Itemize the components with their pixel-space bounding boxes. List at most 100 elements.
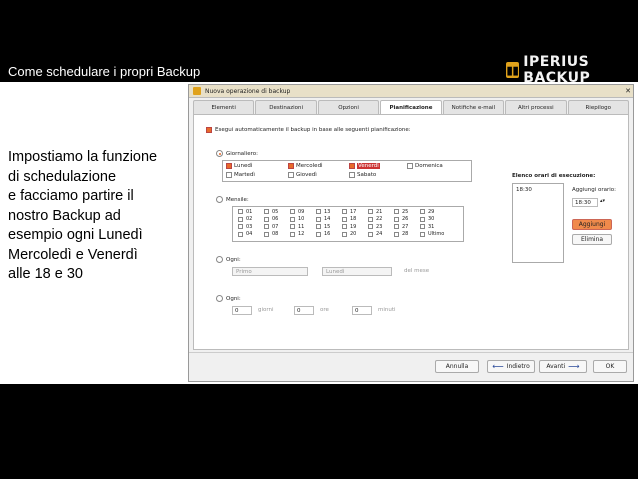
enable-schedule-checkbox[interactable]	[206, 127, 212, 133]
month-day-checkbox[interactable]	[368, 231, 373, 237]
month-day-checkbox[interactable]	[420, 231, 425, 237]
month-day-label: 31	[428, 223, 435, 230]
month-day-checkbox[interactable]	[342, 216, 347, 222]
day-checkbox-lunedi[interactable]	[226, 163, 232, 169]
add-time-input[interactable]: 18:30	[572, 198, 598, 207]
month-day-label: 11	[298, 223, 305, 230]
month-day-checkbox[interactable]	[420, 224, 425, 229]
month-day-label: 09	[298, 208, 305, 215]
slide-title: Come schedulare i propri Backup	[8, 64, 201, 79]
of-month-label: del mese	[404, 268, 430, 274]
month-day-label: 13	[324, 208, 331, 215]
month-day-label: 26	[402, 216, 409, 222]
month-day-label: 29	[428, 208, 435, 215]
day-checkbox-martedi[interactable]	[226, 172, 232, 178]
add-time-button[interactable]: Aggiungi	[572, 219, 612, 230]
time-entry[interactable]: 18:30	[516, 187, 532, 193]
month-day-checkbox[interactable]	[290, 231, 295, 237]
month-day-checkbox[interactable]	[316, 216, 321, 222]
day-label: Giovedì	[296, 172, 317, 178]
close-icon[interactable]: ✕	[623, 87, 633, 95]
month-day-checkbox[interactable]	[290, 209, 295, 214]
tab-pianificazione[interactable]: Pianificazione	[380, 100, 442, 114]
times-list[interactable]: 18:30	[512, 183, 564, 263]
day-checkbox-venerdi[interactable]	[349, 163, 355, 169]
every-nth-label: Ogni:	[226, 257, 241, 263]
tab-bar: Elementi Destinazioni Opzioni Pianificaz…	[193, 100, 629, 114]
month-day-checkbox[interactable]	[316, 209, 321, 214]
monthly-label: Mensile:	[226, 197, 249, 203]
ordinal-select[interactable]: Primo	[232, 267, 308, 276]
month-day-label: 08	[272, 231, 279, 237]
month-day-label: 17	[350, 208, 357, 215]
weekday-select[interactable]: Lunedì	[322, 267, 392, 276]
month-day-checkbox[interactable]	[394, 231, 399, 237]
cancel-label: Annulla	[445, 363, 469, 370]
month-day-checkbox[interactable]	[264, 224, 269, 229]
tab-riepilogo[interactable]: Riepilogo	[567, 100, 629, 114]
month-day-label: 01	[246, 208, 253, 215]
tab-elementi[interactable]: Elementi	[193, 100, 255, 114]
delete-time-button[interactable]: Elimina	[572, 234, 612, 245]
month-day-checkbox[interactable]	[368, 209, 373, 214]
month-day-label: 04	[246, 231, 253, 237]
dialog-footer: Annulla ⟵ Indietro Avanti ⟶ OK	[189, 352, 633, 381]
month-day-checkbox[interactable]	[342, 224, 347, 229]
tab-destinazioni[interactable]: Destinazioni	[255, 100, 317, 114]
month-day-checkbox[interactable]	[394, 209, 399, 214]
month-day-checkbox[interactable]	[394, 224, 399, 229]
back-button[interactable]: ⟵ Indietro	[487, 360, 535, 373]
month-day-checkbox[interactable]	[238, 231, 243, 237]
month-day-checkbox[interactable]	[368, 224, 373, 229]
minutes-unit-label: minuti	[378, 307, 396, 313]
day-checkbox-domenica[interactable]	[407, 163, 413, 169]
month-day-checkbox[interactable]	[316, 224, 321, 229]
tab-opzioni[interactable]: Opzioni	[317, 100, 380, 114]
weekly-label: Giornaliero:	[226, 151, 258, 157]
month-day-label: 25	[402, 208, 409, 215]
month-day-label: 14	[324, 216, 331, 222]
interval-hours-input[interactable]: 0	[294, 306, 314, 315]
month-day-checkbox[interactable]	[238, 216, 243, 222]
interval-minutes-input[interactable]: 0	[352, 306, 372, 315]
cancel-button[interactable]: Annulla	[435, 360, 479, 373]
next-label: Avanti	[546, 363, 566, 370]
interval-radio[interactable]	[216, 295, 223, 302]
month-day-checkbox[interactable]	[290, 216, 295, 222]
tab-altri-processi[interactable]: Altri processi	[505, 100, 567, 114]
month-day-checkbox[interactable]	[316, 231, 321, 237]
day-label: Martedì	[234, 172, 255, 178]
backup-dialog: Nuova operazione di backup ✕ Elementi De…	[188, 84, 634, 382]
month-day-checkbox[interactable]	[264, 216, 269, 222]
iperius-logo-icon: ▮▮	[506, 62, 520, 78]
next-button[interactable]: Avanti ⟶	[539, 360, 587, 373]
time-spinner-icon[interactable]: ▴▾	[600, 198, 605, 204]
month-day-checkbox[interactable]	[342, 209, 347, 214]
month-day-checkbox[interactable]	[264, 231, 269, 237]
month-day-checkbox[interactable]	[238, 209, 243, 214]
month-day-checkbox[interactable]	[394, 216, 399, 222]
month-day-checkbox[interactable]	[290, 224, 295, 229]
every-nth-radio[interactable]	[216, 256, 223, 263]
month-day-checkbox[interactable]	[342, 231, 347, 237]
month-day-label: 21	[376, 208, 383, 215]
month-day-checkbox[interactable]	[420, 209, 425, 214]
weekly-radio[interactable]	[216, 150, 223, 157]
day-checkbox-sabato[interactable]	[349, 172, 355, 178]
month-day-checkbox[interactable]	[238, 224, 243, 229]
month-day-checkbox[interactable]	[420, 216, 425, 222]
ok-label: OK	[605, 363, 615, 370]
ok-button[interactable]: OK	[593, 360, 627, 373]
month-day-checkbox[interactable]	[368, 216, 373, 222]
month-day-label: 10	[298, 216, 305, 222]
day-checkbox-mercoledi[interactable]	[288, 163, 294, 169]
month-day-checkbox[interactable]	[264, 209, 269, 214]
day-label: Sabato	[357, 172, 377, 178]
month-day-label: 27	[402, 223, 409, 230]
interval-days-input[interactable]: 0	[232, 306, 252, 315]
interval-label: Ogni:	[226, 296, 241, 302]
monthly-radio[interactable]	[216, 196, 223, 203]
tab-notifiche[interactable]: Notifiche e-mail	[442, 100, 505, 114]
day-checkbox-giovedi[interactable]	[288, 172, 294, 178]
dialog-title: Nuova operazione di backup	[205, 87, 291, 95]
